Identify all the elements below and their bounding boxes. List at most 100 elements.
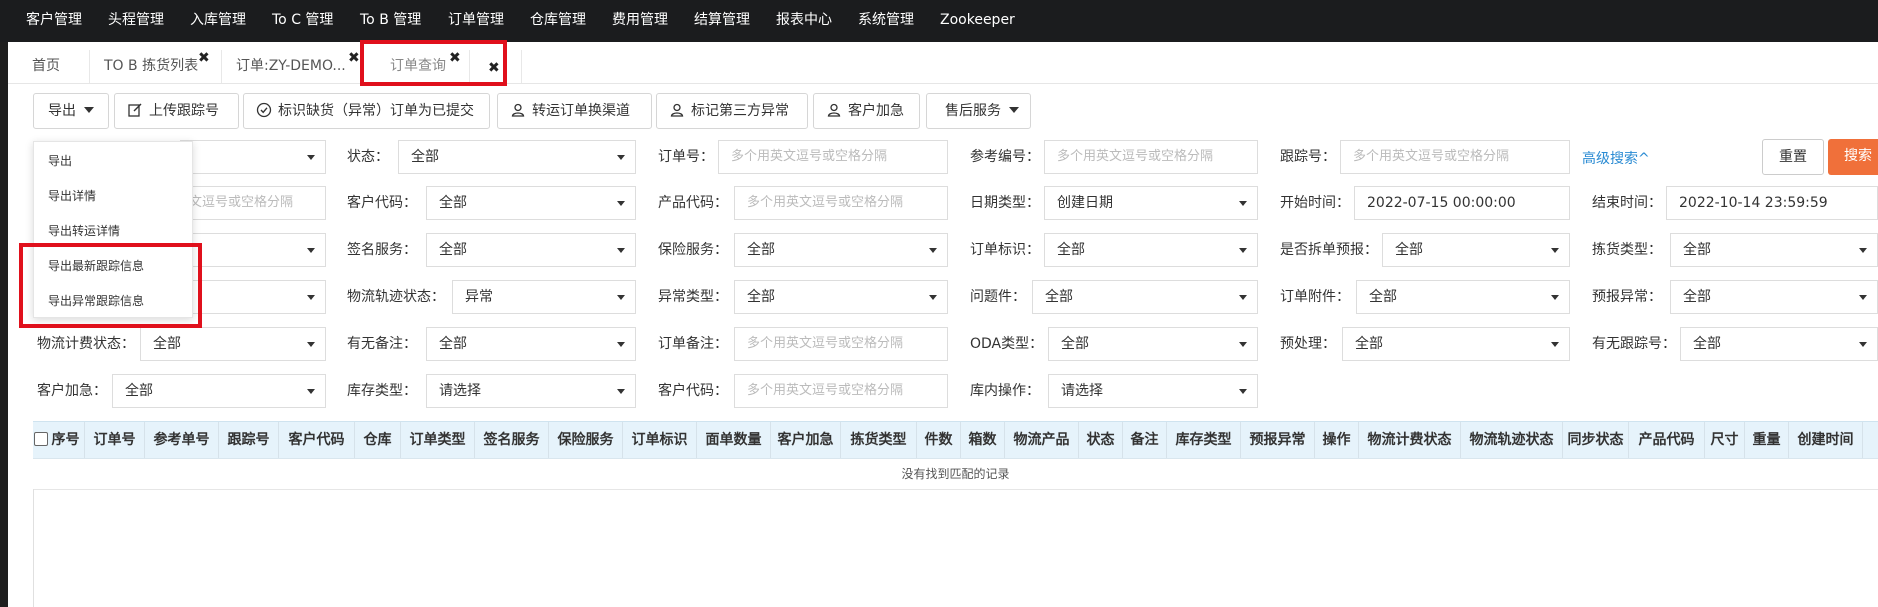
switch-channel-button[interactable]: 转运订单换渠道 (497, 93, 652, 129)
highlight-box-tab (360, 40, 507, 86)
pre-exception-select[interactable]: 全部 (1670, 280, 1878, 314)
date-type-label: 日期类型： (970, 195, 1040, 211)
col-weight[interactable]: 重量 (1745, 422, 1789, 458)
nav-toc[interactable]: To C 管理 (272, 0, 333, 42)
customer-urgent-select[interactable]: 全部 (112, 374, 326, 408)
col-operation[interactable]: 操作 (1315, 422, 1359, 458)
nav-warehouse[interactable]: 仓库管理 (530, 0, 586, 42)
logistics-fee-value: 全部 (153, 336, 181, 352)
col-sync-status[interactable]: 同步状态 (1563, 422, 1629, 458)
nav-inbound[interactable]: 入库管理 (190, 0, 246, 42)
col-logistics-fee[interactable]: 物流计费状态 (1359, 422, 1461, 458)
col-insurance[interactable]: 保险服务 (549, 422, 623, 458)
col-warehouse[interactable]: 仓库 (355, 422, 401, 458)
after-sales-button[interactable]: 售后服务 (926, 93, 1031, 129)
oda-type-select[interactable]: 全部 (1048, 327, 1258, 361)
col-customer-urgent[interactable]: 客户加急 (771, 422, 841, 458)
col-sign-service[interactable]: 签名服务 (475, 422, 549, 458)
end-time-input[interactable]: 2022-10-14 23:59:59 (1666, 186, 1878, 220)
nav-tob[interactable]: To B 管理 (360, 0, 421, 42)
after-sales-label: 售后服务 (945, 103, 1001, 119)
customer-code2-input[interactable]: 多个用英文逗号或空格分隔 (734, 374, 948, 408)
close-icon[interactable]: ✖ (348, 42, 360, 75)
has-tracking-label: 有无跟踪号： (1592, 336, 1676, 352)
nav-customer[interactable]: 客户管理 (26, 0, 82, 42)
col-ref-no[interactable]: 参考单号 (145, 422, 219, 458)
col-pre-exception[interactable]: 预报异常 (1241, 422, 1315, 458)
advanced-search-link[interactable]: 高级搜索^ (1582, 148, 1650, 168)
start-time-input[interactable]: 2022-07-15 00:00:00 (1354, 186, 1570, 220)
tab-home[interactable]: 首页 (18, 50, 90, 83)
mark-third-party-button[interactable]: 标记第三方异常 (656, 93, 808, 129)
stock-type-select[interactable]: 请选择 (426, 374, 636, 408)
menu-item-export[interactable]: 导出 (48, 152, 72, 169)
col-product-code[interactable]: 产品代码 (1629, 422, 1705, 458)
insurance-select[interactable]: 全部 (734, 233, 948, 267)
col-order-no[interactable]: 订单号 (85, 422, 145, 458)
nav-orders[interactable]: 订单管理 (448, 0, 504, 42)
sign-service-select[interactable]: 全部 (426, 233, 636, 267)
col-pick-type[interactable]: 拣货类型 (841, 422, 917, 458)
chevron-down-icon (1239, 342, 1247, 347)
customer-code-select[interactable]: 全部 (426, 186, 636, 220)
col-status[interactable]: 状态 (1079, 422, 1123, 458)
col-boxes[interactable]: 箱数 (961, 422, 1005, 458)
nav-reports[interactable]: 报表中心 (776, 0, 832, 42)
menu-item-export-detail[interactable]: 导出详情 (48, 187, 96, 204)
warehouse-op-select[interactable]: 请选择 (1048, 374, 1258, 408)
order-no-input[interactable]: 多个用英文逗号或空格分隔 (718, 140, 948, 174)
order-remark-label: 订单备注： (658, 336, 728, 352)
order-flag-select[interactable]: 全部 (1044, 233, 1258, 267)
select-all-checkbox[interactable] (34, 432, 48, 446)
has-remark-select[interactable]: 全部 (426, 327, 636, 361)
reset-button[interactable]: 重置 (1762, 139, 1824, 175)
search-button[interactable]: 搜索 (1828, 139, 1878, 175)
col-size[interactable]: 尺寸 (1705, 422, 1745, 458)
highlight-box-menu (19, 243, 202, 328)
nav-fees[interactable]: 费用管理 (612, 0, 668, 42)
ref-no-input[interactable]: 多个用英文逗号或空格分隔 (1044, 140, 1258, 174)
nav-first-leg[interactable]: 头程管理 (108, 0, 164, 42)
col-pieces[interactable]: 件数 (917, 422, 961, 458)
col-logistics-product[interactable]: 物流产品 (1005, 422, 1079, 458)
col-logistics-track[interactable]: 物流轨迹状态 (1461, 422, 1563, 458)
logistics-fee-select[interactable]: 全部 (140, 327, 326, 361)
nav-settlement[interactable]: 结算管理 (694, 0, 750, 42)
menu-item-export-transfer-detail[interactable]: 导出转运详情 (48, 222, 120, 239)
col-remark[interactable]: 备注 (1123, 422, 1167, 458)
customer-urgent-button[interactable]: 客户加急 (813, 93, 920, 129)
row1-first-select[interactable] (180, 140, 326, 174)
has-tracking-select[interactable]: 全部 (1680, 327, 1878, 361)
col-order-flag[interactable]: 订单标识 (623, 422, 697, 458)
order-attach-select[interactable]: 全部 (1356, 280, 1570, 314)
tracking-no-input[interactable]: 多个用英文逗号或空格分隔 (1340, 140, 1570, 174)
chevron-down-icon (929, 295, 937, 300)
export-button[interactable]: 导出 (33, 93, 109, 129)
tab-tob-pick-list[interactable]: TO B 拣货列表 ✖ (90, 50, 222, 83)
customer-code2-placeholder: 多个用英文逗号或空格分隔 (747, 383, 904, 398)
preprocess-select[interactable]: 全部 (1342, 327, 1570, 361)
upload-tracking-button[interactable]: 上传跟踪号 (114, 93, 239, 129)
date-type-select[interactable]: 创建日期 (1044, 186, 1258, 220)
order-remark-input[interactable]: 多个用英文逗号或空格分隔 (734, 327, 948, 361)
product-code-input[interactable]: 多个用英文逗号或空格分隔 (734, 186, 948, 220)
status-select[interactable]: 全部 (398, 140, 636, 174)
exception-type-select[interactable]: 全部 (734, 280, 948, 314)
problem-item-select[interactable]: 全部 (1032, 280, 1258, 314)
logistics-track-select[interactable]: 异常 (452, 280, 636, 314)
col-stock-type[interactable]: 库存类型 (1167, 422, 1241, 458)
row2-first-input[interactable]: 文逗号或空格分隔 (180, 186, 326, 220)
nav-system[interactable]: 系统管理 (858, 0, 914, 42)
col-customer-code[interactable]: 客户代码 (279, 422, 355, 458)
mark-shortage-button[interactable]: 标识缺货（异常）订单为已提交 (243, 93, 490, 129)
col-label-count[interactable]: 面单数量 (697, 422, 771, 458)
tab-order-detail[interactable]: 订单:ZY-DEMO... ✖ (222, 50, 362, 83)
pick-type-select[interactable]: 全部 (1670, 233, 1878, 267)
close-icon[interactable]: ✖ (198, 42, 210, 75)
nav-zookeeper[interactable]: Zookeeper (940, 0, 1015, 42)
col-created-time[interactable]: 创建时间 (1789, 422, 1863, 458)
col-tracking-no[interactable]: 跟踪号 (219, 422, 279, 458)
preprocess-label: 预处理： (1280, 336, 1336, 352)
col-order-type[interactable]: 订单类型 (401, 422, 475, 458)
split-pre-select[interactable]: 全部 (1382, 233, 1570, 267)
